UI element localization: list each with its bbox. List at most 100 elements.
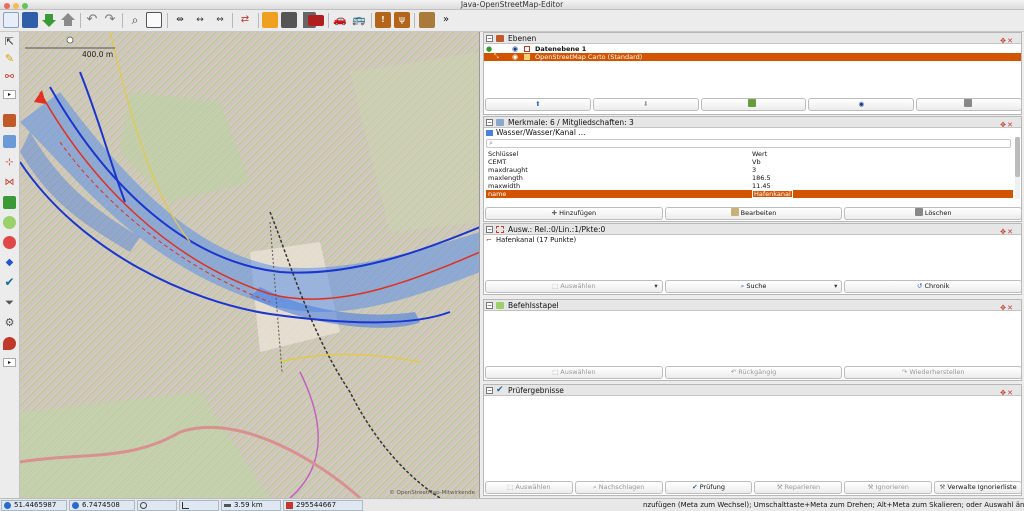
move-up-button[interactable]: ⬆: [485, 98, 591, 111]
selection-list-item[interactable]: ⌐ Hafenkanal (17 Punkte): [484, 235, 1021, 245]
map-view[interactable]: 400.0 m © OpenStreetMap-Mitwirkende: [20, 32, 480, 498]
panel-controls[interactable]: ✥✕: [999, 35, 1019, 45]
authors-icon[interactable]: [3, 216, 16, 229]
longitude-field[interactable]: 6.7474508: [69, 500, 135, 511]
history-button[interactable]: ↺ Chronik: [844, 280, 1023, 293]
validate-button[interactable]: ✔ Prüfung: [664, 481, 753, 494]
new-icon[interactable]: [3, 12, 19, 28]
redo-command-button[interactable]: ↷ Wiederherstellen: [844, 366, 1023, 379]
visibility-icon[interactable]: ◉: [512, 53, 518, 61]
map-attribution[interactable]: © OpenStreetMap-Mitwirkende: [389, 490, 475, 496]
selection-panel-header[interactable]: − Ausw.: Rel.:0/Lin.:1/Pkte:0 ✥✕: [484, 224, 1021, 236]
collapse-icon[interactable]: −: [486, 387, 493, 394]
fix-button[interactable]: ⚒ Reparieren: [754, 481, 843, 494]
move-down-button[interactable]: ⬇: [592, 98, 699, 111]
select-errors-button[interactable]: ⬚ Auswählen: [485, 481, 573, 494]
expand-dialogs-button[interactable]: ▸: [3, 358, 16, 367]
angle-field[interactable]: [179, 500, 219, 511]
upload-icon[interactable]: [60, 12, 76, 28]
panel-controls[interactable]: ✥✕: [999, 302, 1019, 312]
split-icon[interactable]: ⇹: [172, 12, 188, 28]
preset-label[interactable]: Wasser/Wasser/Kanal ...: [484, 128, 1021, 138]
layer-row-data[interactable]: ● ◉ Datenebene 1: [484, 45, 1021, 53]
save-icon[interactable]: [22, 12, 38, 28]
delete-tag-button[interactable]: Löschen: [844, 207, 1023, 220]
merge-layer-button[interactable]: [700, 98, 807, 111]
download-icon[interactable]: [41, 12, 57, 28]
close-window-icon[interactable]: [4, 3, 10, 9]
notes-icon[interactable]: [3, 337, 16, 350]
delete-layer-button[interactable]: [916, 98, 1022, 111]
diamond-icon[interactable]: ◆: [3, 256, 16, 269]
industrial-icon[interactable]: [419, 12, 435, 28]
bus-icon[interactable]: 🚌: [351, 12, 367, 28]
minimize-window-icon[interactable]: [13, 3, 19, 9]
zoom-icon[interactable]: ⌕: [127, 12, 143, 28]
building-icon[interactable]: [308, 15, 324, 26]
combine-icon[interactable]: ↔: [192, 12, 208, 28]
warning-icon[interactable]: !: [375, 12, 391, 28]
relation-icon[interactable]: ⋈: [3, 176, 16, 189]
collapse-icon[interactable]: −: [486, 119, 493, 126]
maximize-window-icon[interactable]: [22, 3, 28, 9]
panel-controls[interactable]: ✥✕: [999, 387, 1019, 397]
layer-row-imagery[interactable]: ⤡ ◉ OpenStreetMap Carto (Standard): [484, 53, 1021, 61]
collapse-icon[interactable]: −: [486, 302, 493, 309]
tag-row[interactable]: maxlength 186.5: [486, 174, 1013, 182]
expand-tools-button[interactable]: ▸: [3, 90, 16, 99]
properties-icon[interactable]: [3, 135, 16, 148]
tag-row[interactable]: maxwidth 11.45: [486, 182, 1013, 190]
distance-field[interactable]: 3.59 km: [221, 500, 281, 511]
select-command-button[interactable]: ⬚ Auswählen: [485, 366, 663, 379]
tag-scrollbar[interactable]: [1015, 137, 1020, 199]
parking-icon[interactable]: [262, 12, 278, 28]
manage-ignore-list-button[interactable]: ⚒ Verwalte Ignorierliste: [934, 481, 1022, 494]
undo-command-button[interactable]: ↶ Rückgängig: [664, 366, 843, 379]
latitude-field[interactable]: 51.4465987: [1, 500, 67, 511]
validator-panel-header[interactable]: − ✔ Prüfergebnisse ✥✕: [484, 385, 1021, 397]
redo-icon[interactable]: ↷: [102, 12, 118, 28]
ignore-button[interactable]: ⚒ Ignorieren: [844, 481, 933, 494]
tag-row[interactable]: CEMT Vb: [486, 158, 1013, 166]
panel-controls[interactable]: ✥✕: [999, 119, 1019, 129]
chevron-down-icon[interactable]: ▾: [834, 281, 837, 292]
select-dropdown-button[interactable]: ⬚ Auswählen ▾: [485, 280, 663, 293]
tag-row[interactable]: maxdraught 3: [486, 166, 1013, 174]
lookup-button[interactable]: ⌕ Nachschlagen: [574, 481, 663, 494]
way-id-field[interactable]: 295544667: [283, 500, 363, 511]
road-icon[interactable]: [281, 12, 297, 28]
command-panel-header[interactable]: − Befehlsstapel ✥✕: [484, 300, 1021, 312]
heading-field[interactable]: [137, 500, 177, 511]
collapse-icon[interactable]: −: [486, 226, 493, 233]
chevron-down-icon[interactable]: ▾: [654, 281, 657, 292]
show-hide-button[interactable]: ◉: [808, 98, 915, 111]
layers-panel-header[interactable]: − Ebenen ✥✕: [484, 33, 1021, 45]
move-layer-icon[interactable]: ⤡: [494, 53, 499, 61]
active-layer-icon[interactable]: ●: [486, 45, 492, 53]
tags-panel-header[interactable]: − Merkmale: 6 / Mitgliedschaften: 3 ✥✕: [484, 117, 1021, 129]
tag-search-input[interactable]: ⌕: [486, 139, 1011, 148]
improve-way-icon[interactable]: ⚯: [3, 70, 16, 83]
more-tools-icon[interactable]: »: [438, 12, 454, 28]
map-canvas[interactable]: [20, 32, 480, 498]
panel-controls[interactable]: ✥✕: [999, 226, 1019, 236]
layers-list-icon[interactable]: [3, 114, 16, 127]
validator-icon[interactable]: ✔: [3, 276, 16, 289]
reverse-icon[interactable]: ⇄: [237, 12, 253, 28]
filter-icon[interactable]: ⏷: [3, 296, 16, 309]
collapse-icon[interactable]: −: [486, 35, 493, 42]
search-dropdown-button[interactable]: ⌕ Suche ▾: [664, 280, 843, 293]
visibility-icon[interactable]: ◉: [512, 45, 518, 53]
align-icon[interactable]: ⇔: [212, 12, 228, 28]
restaurant-icon[interactable]: ψ: [394, 12, 410, 28]
car-icon[interactable]: 🚗: [332, 12, 348, 28]
select-tool-icon[interactable]: ⇱: [3, 35, 16, 48]
map-paint-icon[interactable]: [3, 196, 16, 209]
edit-tag-button[interactable]: Bearbeiten: [664, 207, 843, 220]
settings-icon[interactable]: ⚙: [3, 316, 16, 329]
undo-icon[interactable]: ↶: [84, 12, 100, 28]
conflict-icon[interactable]: [3, 236, 16, 249]
draw-tool-icon[interactable]: ✎: [3, 52, 16, 65]
add-tag-button[interactable]: ✚ Hinzufügen: [485, 207, 663, 220]
zoom-selection-icon[interactable]: [146, 12, 162, 28]
